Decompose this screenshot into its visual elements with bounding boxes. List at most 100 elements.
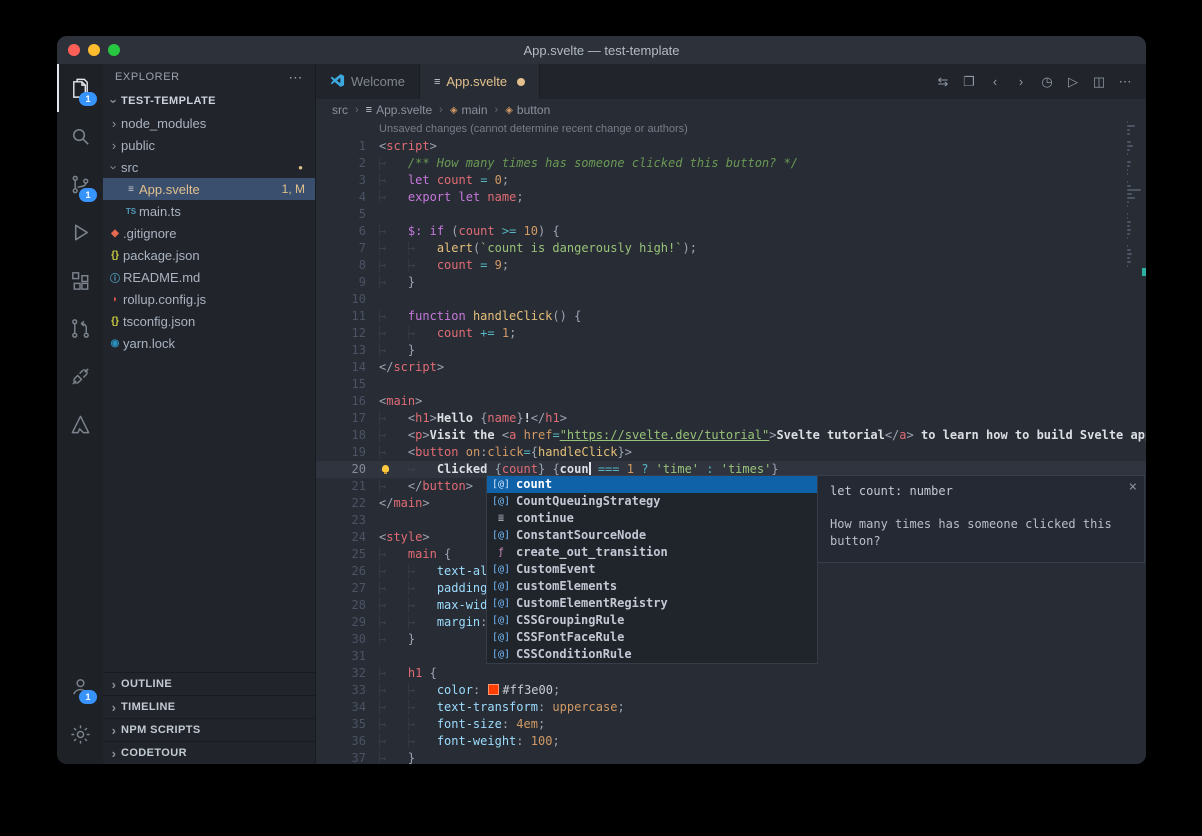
title-bar[interactable]: App.svelte — test-template [57,36,1146,64]
code-text: → function handleClick() { [379,308,581,325]
breadcrumb-item-button[interactable]: ◈button [505,103,550,117]
close-icon[interactable]: × [1129,480,1137,494]
code-line[interactable]: 33→ → color: #ff3e00; [316,682,1146,699]
code-line[interactable]: 13→ } [316,342,1146,359]
code-editor[interactable]: Unsaved changes (cannot determine recent… [316,121,1146,764]
suggestion-create_out_transition[interactable]: ƒcreate_out_transition [487,544,817,561]
explorer-more-actions-icon[interactable]: ⋯ [288,69,303,86]
tab-welcome[interactable]: Welcome [316,64,420,99]
code-line[interactable]: 4→ export let name; [316,189,1146,206]
sidebar-section-outline[interactable]: ›OUTLINE [103,672,315,695]
github-pull-requests-icon[interactable] [57,304,103,352]
sidebar-section-npm-scripts[interactable]: ›NPM SCRIPTS [103,718,315,741]
remote-explorer-icon[interactable] [57,352,103,400]
code-line[interactable]: 11→ function handleClick() { [316,308,1146,325]
code-line[interactable]: 8→ → count = 9; [316,257,1146,274]
account-icon[interactable]: 1 [57,662,103,710]
suggestion-customelements[interactable]: [@]customElements [487,578,817,595]
code-line[interactable]: 19→ <button on:click={handleClick}> [316,444,1146,461]
code-line[interactable]: 37→ } [316,750,1146,764]
suggestion-cssgroupingrule[interactable]: [@]CSSGroupingRule [487,612,817,629]
folder-item-public[interactable]: ›public [103,134,315,156]
suggestion-count[interactable]: [@]count [487,476,817,493]
file-item-tsconfig-json[interactable]: {}tsconfig.json [103,310,315,332]
sidebar-section-codetour[interactable]: ›CODETOUR [103,741,315,764]
code-line[interactable]: 2→ /** How many times has someone clicke… [316,155,1146,172]
code-line[interactable]: 3→ let count = 0; [316,172,1146,189]
zoom-window-button[interactable] [108,44,120,56]
function-icon: ƒ [492,544,510,561]
suggestion-customelementregistry[interactable]: [@]CustomElementRegistry [487,595,817,612]
line-number: 5 [316,206,379,223]
code-line[interactable]: 34→ → text-transform: uppercase; [316,699,1146,716]
suggestion-label: ConstantSourceNode [516,527,646,544]
line-number: 31 [316,648,379,665]
code-line[interactable]: 10 [316,291,1146,308]
code-line[interactable]: 5 [316,206,1146,223]
unsaved-dot-icon [517,78,525,86]
code-text: → → font-size: 4em; [379,716,545,733]
azure-icon[interactable] [57,400,103,448]
file-item-yarn-lock[interactable]: ◉yarn.lock [103,332,315,354]
split-editor-icon[interactable]: ◫ [1086,69,1112,95]
code-line[interactable]: 17→ <h1>Hello {name}!</h1> [316,410,1146,427]
code-line[interactable]: 6→ $: if (count >= 10) { [316,223,1146,240]
code-line[interactable]: 16<main> [316,393,1146,410]
explorer-icon[interactable]: 1 [57,64,103,112]
suggestion-cssconditionrule[interactable]: [@]CSSConditionRule [487,646,817,663]
json-icon: {} [107,316,123,327]
sidebar-section-timeline[interactable]: ›TIMELINE [103,695,315,718]
code-line[interactable]: 15 [316,376,1146,393]
search-icon[interactable] [57,112,103,160]
file-item-app-svelte[interactable]: ≡App.svelte1, M [103,178,315,200]
folder-item-src[interactable]: ›src● [103,156,315,178]
open-changes-icon[interactable]: ⇆ [930,69,956,95]
code-line[interactable]: 14</script> [316,359,1146,376]
previous-change-icon[interactable]: ‹ [982,69,1008,95]
breadcrumb-item-src[interactable]: src [332,103,348,117]
project-root-row[interactable]: › TEST-TEMPLATE [103,90,315,112]
suggestion-cssfontfacerule[interactable]: [@]CSSFontFaceRule [487,629,817,646]
suggestion-customevent[interactable]: [@]CustomEvent [487,561,817,578]
minimize-window-button[interactable] [88,44,100,56]
code-line[interactable]: 1<script> [316,138,1146,155]
open-preview-icon[interactable]: ❐ [956,69,982,95]
line-number: 18 [316,427,379,444]
line-number: 15 [316,376,379,393]
code-line[interactable]: 32→ h1 { [316,665,1146,682]
file-item--gitignore[interactable]: ◆.gitignore [103,222,315,244]
lightbulb-icon[interactable] [382,465,389,472]
suggestion-continue[interactable]: ≣continue [487,510,817,527]
tab-label: Welcome [351,74,405,89]
tab-app-svelte[interactable]: ≡App.svelte [420,64,540,99]
suggestion-countqueuingstrategy[interactable]: [@]CountQueuingStrategy [487,493,817,510]
vscode-window: App.svelte — test-template 11 1 EXPLORER… [57,36,1146,764]
file-item-main-ts[interactable]: TSmain.ts [103,200,315,222]
code-line[interactable]: 9→ } [316,274,1146,291]
suggestion-constantsourcenode[interactable]: [@]ConstantSourceNode [487,527,817,544]
extensions-icon[interactable] [57,256,103,304]
file-item-rollup-config-js[interactable]: ◗rollup.config.js [103,288,315,310]
source-control-icon[interactable]: 1 [57,160,103,208]
breadcrumb-item-main[interactable]: ◈main [450,103,488,117]
code-line[interactable]: 12→ → count += 1; [316,325,1146,342]
code-line[interactable]: 36→ → font-weight: 100; [316,733,1146,750]
settings-gear-icon[interactable] [57,710,103,758]
file-history-icon[interactable]: ◷ [1034,69,1060,95]
file-item-readme-md[interactable]: ⓘREADME.md [103,266,315,288]
file-item-package-json[interactable]: {}package.json [103,244,315,266]
next-change-icon[interactable]: › [1008,69,1034,95]
run-debug-icon[interactable] [57,208,103,256]
code-line[interactable]: 7→ → alert(`count is dangerously high!`)… [316,240,1146,257]
code-line[interactable]: 18→ <p>Visit the <a href="https://svelte… [316,427,1146,444]
line-number: 19 [316,444,379,461]
close-window-button[interactable] [68,44,80,56]
code-line[interactable]: 35→ → font-size: 4em; [316,716,1146,733]
code-text: → <p>Visit the <a href="https://svelte.d… [379,427,1146,444]
minimap[interactable] [1126,121,1141,764]
folder-item-node-modules[interactable]: ›node_modules [103,112,315,134]
run-file-icon[interactable]: ▷ [1060,69,1086,95]
more-actions-icon[interactable]: ⋯ [1112,69,1138,95]
code-text: → → font-weight: 100; [379,733,560,750]
breadcrumb-item-app-svelte[interactable]: ≡App.svelte [366,103,432,117]
